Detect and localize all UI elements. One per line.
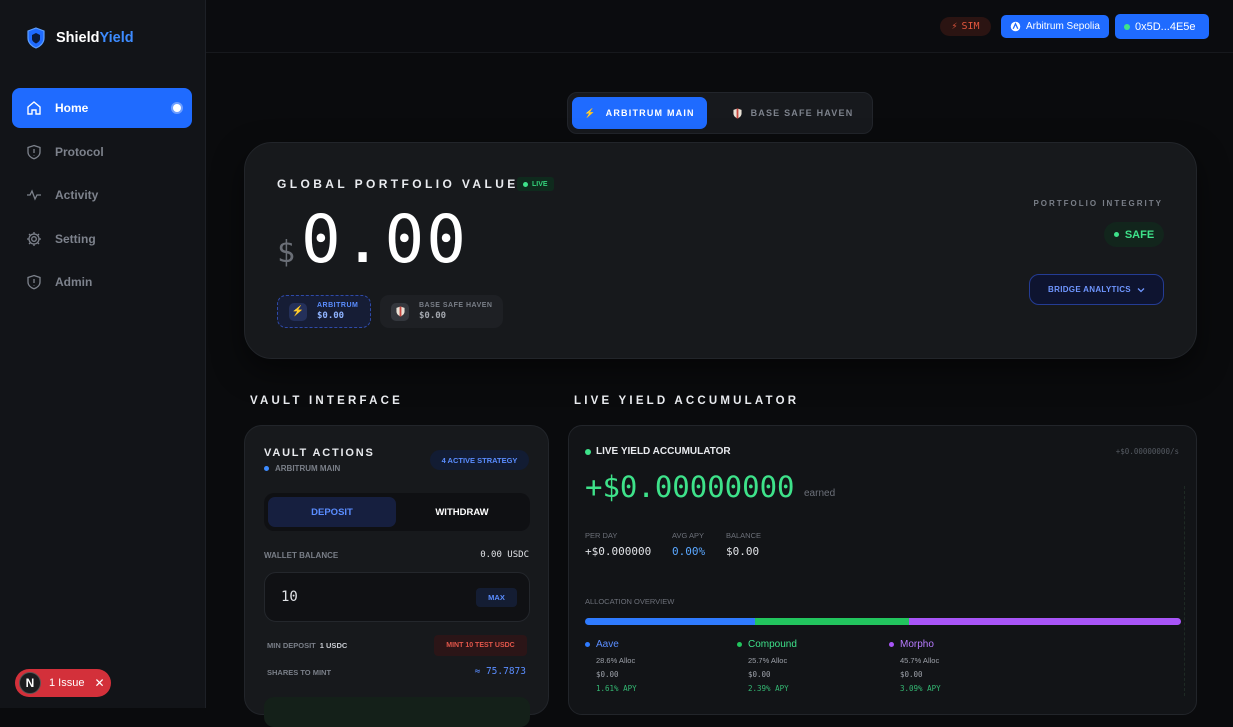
chip-label: ARBITRUM: [317, 302, 359, 309]
issue-badge: N: [19, 672, 41, 694]
yield-rate: +$0.00000000/s: [1115, 447, 1179, 456]
amount-input[interactable]: [281, 589, 431, 605]
stat-per-day: PER DAY +$0.000000: [585, 531, 652, 558]
tab-base-safe-haven[interactable]: BASE SAFE HAVEN: [718, 97, 868, 129]
chip-value: $0.00: [419, 311, 447, 321]
wallet-balance-value: 0.00 USDC: [480, 550, 529, 560]
protocol-morpho: Morpho 45.7% Alloc $0.00 3.09% APY: [889, 639, 941, 693]
sidebar: ShieldYield Home Protocol Activity Setti…: [0, 0, 206, 708]
sidebar-nav: Home Protocol Activity Setting Admin: [12, 88, 192, 306]
deposit-tab[interactable]: DEPOSIT: [268, 497, 396, 527]
network-icon: [1010, 21, 1021, 32]
sim-badge[interactable]: ⚡ SIM: [940, 17, 991, 36]
brand-logo[interactable]: ShieldYield: [26, 27, 134, 49]
yield-section-title: LIVE YIELD ACCUMULATOR: [574, 395, 800, 407]
shield-logo-icon: [27, 27, 45, 49]
portfolio-title: GLOBAL PORTFOLIO VALUE: [277, 177, 519, 191]
yield-accumulator-card: LIVE YIELD ACCUMULATOR +$0.00000000/s +$…: [568, 425, 1197, 715]
sidebar-item-label: Protocol: [55, 144, 104, 159]
protocol-aave: Aave 28.6% Alloc $0.00 1.61% APY: [585, 639, 637, 693]
shield-icon: [27, 274, 41, 290]
brand-name: ShieldYield: [56, 30, 134, 46]
allocation-segment-compound: [755, 618, 909, 625]
chip-base-safe-haven[interactable]: BASE SAFE HAVEN $0.00: [380, 295, 503, 328]
yield-value: +$0.00000000: [585, 470, 795, 504]
currency-symbol: $: [277, 235, 296, 270]
lightning-icon: ⚡: [289, 302, 307, 321]
wallet-balance-label: WALLET BALANCE: [264, 551, 339, 560]
shares-to-mint-label: SHARES TO MINT: [267, 668, 332, 677]
mint-test-usdc-button[interactable]: MINT 10 TEST USDC: [434, 635, 527, 656]
top-bar: ⚡ SIM Arbitrum Sepolia 0x5D...4E5e: [206, 0, 1233, 53]
chain-tabs: ⚡ ARBITRUM MAIN BASE SAFE HAVEN: [567, 92, 873, 134]
allocation-title: ALLOCATION OVERVIEW: [585, 597, 675, 606]
pulse-icon: [27, 189, 41, 201]
chip-arbitrum[interactable]: ⚡ ARBITRUM $0.00: [277, 295, 371, 328]
earned-label: earned: [804, 488, 836, 499]
deposit-withdraw-toggle: DEPOSIT WITHDRAW: [264, 493, 530, 531]
sidebar-item-label: Activity: [55, 188, 99, 202]
status-dot: [1113, 232, 1119, 237]
sidebar-item-label: Setting: [55, 231, 96, 246]
issue-label: 1 Issue: [49, 677, 85, 689]
live-dot: [585, 448, 591, 455]
connected-dot: [1124, 23, 1130, 30]
allocation-segment-morpho: [908, 618, 1181, 625]
close-icon[interactable]: ✕: [94, 676, 104, 690]
lightning-icon: ⚡: [584, 107, 597, 118]
stat-avg-apy: AVG APY 0.00%: [672, 531, 706, 558]
sidebar-item-label: Home: [55, 101, 89, 115]
yield-header: LIVE YIELD ACCUMULATOR: [585, 446, 731, 457]
integrity-title: PORTFOLIO INTEGRITY: [1033, 199, 1163, 208]
strategy-badge: 4 ACTIVE STRATEGY: [430, 450, 529, 470]
home-icon: [27, 101, 41, 115]
max-button[interactable]: MAX: [476, 588, 517, 607]
status-badge: SAFE: [1104, 222, 1164, 247]
issue-indicator[interactable]: N 1 Issue ✕: [15, 669, 111, 697]
portfolio-value: 0.00: [301, 201, 468, 278]
shares-to-mint-value: ≈ 75.7873: [474, 666, 526, 677]
live-dot: [523, 181, 528, 187]
chain-dot: [264, 466, 269, 471]
lightning-icon: ⚡: [951, 21, 958, 32]
vault-title: VAULT ACTIONS: [264, 447, 375, 459]
stat-balance: BALANCE $0.00: [726, 531, 762, 558]
allocation-bar: [585, 618, 1181, 625]
vault-section-title: VAULT INTERFACE: [250, 395, 403, 407]
sidebar-item-admin[interactable]: Admin: [12, 262, 192, 302]
decorative-edge: [1184, 486, 1190, 696]
network-selector[interactable]: Arbitrum Sepolia: [1001, 15, 1109, 38]
tab-arbitrum-main[interactable]: ⚡ ARBITRUM MAIN: [572, 97, 707, 129]
allocation-segment-aave: [585, 618, 756, 625]
bridge-analytics-button[interactable]: BRIDGE ANALYTICS: [1029, 274, 1164, 305]
sidebar-item-label: Admin: [55, 275, 93, 289]
shield-icon: [391, 302, 409, 321]
wallet-address-button[interactable]: 0x5D...4E5e: [1115, 14, 1209, 39]
sidebar-item-protocol[interactable]: Protocol: [12, 132, 192, 172]
sidebar-item-home[interactable]: Home: [12, 88, 192, 128]
min-deposit-label: MIN DEPOSIT 1 USDC: [267, 641, 348, 650]
withdraw-tab[interactable]: WITHDRAW: [398, 497, 526, 527]
shield-icon: [733, 108, 742, 118]
sidebar-item-activity[interactable]: Activity: [12, 175, 192, 215]
amount-field: MAX: [264, 572, 530, 622]
vault-subtitle: ARBITRUM MAIN: [264, 464, 340, 473]
vault-card: VAULT ACTIONS ARBITRUM MAIN 4 ACTIVE STR…: [244, 425, 549, 727]
submit-button[interactable]: [264, 697, 530, 727]
active-indicator: [173, 104, 181, 112]
chevron-down-icon: [1137, 287, 1145, 292]
portfolio-card: GLOBAL PORTFOLIO VALUE LIVE $ 0.00 ⚡ ARB…: [244, 142, 1197, 359]
chip-label: BASE SAFE HAVEN: [419, 302, 493, 309]
gear-icon: [27, 231, 41, 246]
live-badge: LIVE: [517, 177, 554, 191]
protocol-compound: Compound 25.7% Alloc $0.00 2.39% APY: [737, 639, 797, 693]
sidebar-item-setting[interactable]: Setting: [12, 219, 192, 259]
shield-icon: [27, 144, 41, 159]
chip-value: $0.00: [317, 311, 345, 321]
min-deposit-value: 1 USDC: [319, 641, 348, 650]
